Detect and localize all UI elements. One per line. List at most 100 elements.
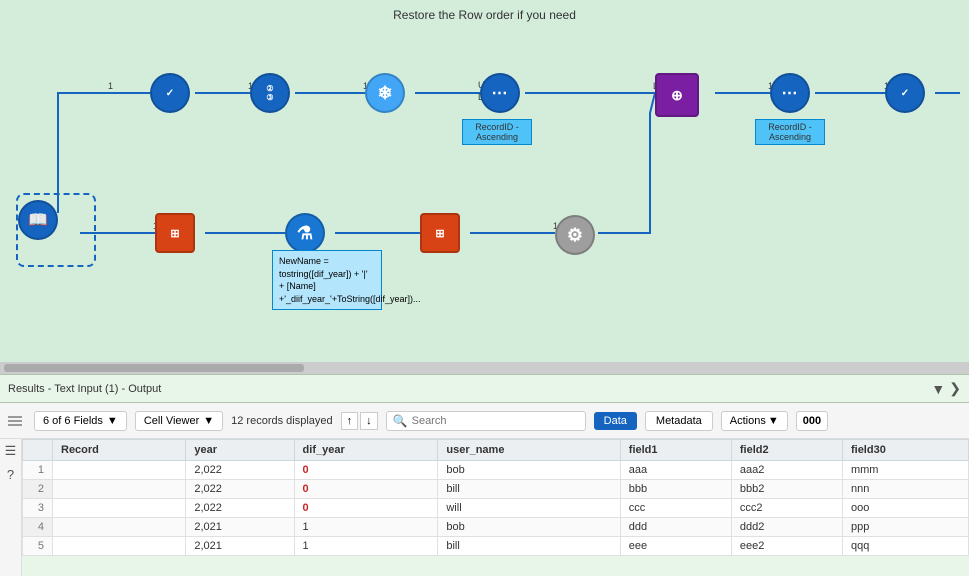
- cell-field2: ccc2: [731, 499, 842, 518]
- results-title: Results - Text Input (1) - Output: [8, 383, 161, 395]
- search-box[interactable]: 🔍: [386, 411, 586, 431]
- side-icon-bottom[interactable]: ?: [7, 467, 14, 482]
- cell-dif-year: 1: [294, 537, 438, 556]
- col-header-user-name[interactable]: user_name: [438, 440, 620, 461]
- row-number: 3: [23, 499, 53, 518]
- row-number: 4: [23, 518, 53, 537]
- cell-dif-year: 1: [294, 518, 438, 537]
- actions-label: Actions: [730, 415, 766, 427]
- cell-field2: aaa2: [731, 461, 842, 480]
- cell-viewer-button[interactable]: Cell Viewer ▼: [135, 411, 223, 431]
- node-circle: ⊞: [155, 213, 195, 253]
- cell-field1: eee: [620, 537, 731, 556]
- cell-field30: nnn: [842, 480, 968, 499]
- collapse-button[interactable]: ▼: [931, 381, 945, 397]
- results-table: Record year dif_year user_name field1 fi…: [22, 439, 969, 556]
- cell-record: [53, 499, 186, 518]
- table-row: 5 2,021 1 bill eee eee2 qqq: [23, 537, 969, 556]
- cell-dif-year: 0: [294, 461, 438, 480]
- cell-field30: ppp: [842, 518, 968, 537]
- node-circle: ⊞: [420, 213, 460, 253]
- node-join[interactable]: ⊕: [655, 73, 699, 117]
- node-circle: ⊕: [655, 73, 699, 117]
- node-circle: ✓: [885, 73, 925, 113]
- node-table-1[interactable]: ⊞: [155, 213, 195, 253]
- node-flask[interactable]: ⚗: [285, 213, 325, 253]
- cell-field30: qqq: [842, 537, 968, 556]
- table-row: 3 2,022 0 will ccc ccc2 ooo: [23, 499, 969, 518]
- records-count-label: 12 records displayed: [231, 415, 333, 427]
- cell-field2: eee2: [731, 537, 842, 556]
- side-panel: ☰ ?: [0, 439, 22, 576]
- cell-user-name: will: [438, 499, 620, 518]
- col-header-field1[interactable]: field1: [620, 440, 731, 461]
- fields-chevron-icon: ▼: [107, 415, 118, 427]
- sort-up-button[interactable]: ↑: [341, 412, 359, 430]
- node-circle: ⋯: [480, 73, 520, 113]
- cell-user-name: bob: [438, 518, 620, 537]
- canvas-scrollbar[interactable]: [0, 362, 969, 374]
- node-numbered[interactable]: ②③: [250, 73, 290, 113]
- row-number: 2: [23, 480, 53, 499]
- formula-tooltip: NewName = tostring([dif_year]) + '|' + […: [272, 250, 382, 310]
- cell-field1: ddd: [620, 518, 731, 537]
- row-number: 1: [23, 461, 53, 480]
- node-circle: ②③: [250, 73, 290, 113]
- col-header-year[interactable]: year: [186, 440, 294, 461]
- fields-button[interactable]: 6 of 6 Fields ▼: [34, 411, 127, 431]
- col-header-dif-year[interactable]: dif_year: [294, 440, 438, 461]
- results-bar: Results - Text Input (1) - Output ▼ ❯: [0, 375, 969, 403]
- col-header-num: [23, 440, 53, 461]
- record-id-label-1: RecordID - Ascending: [462, 115, 532, 145]
- col-header-record[interactable]: Record: [53, 440, 186, 461]
- expand-button[interactable]: ❯: [949, 380, 961, 397]
- col-header-field30[interactable]: field30: [842, 440, 968, 461]
- node-circle: ⋯: [770, 73, 810, 113]
- data-table: Record year dif_year user_name field1 fi…: [22, 439, 969, 576]
- node-check-1[interactable]: ✓: [150, 73, 190, 113]
- table-row: 2 2,022 0 bill bbb bbb2 nnn: [23, 480, 969, 499]
- cell-viewer-label: Cell Viewer: [144, 415, 199, 427]
- connector-lines: 1 1 1 U D L J R 1 1 1 1: [0, 0, 969, 374]
- cell-dif-year: 0: [294, 480, 438, 499]
- search-icon: 🔍: [393, 414, 408, 428]
- data-button[interactable]: Data: [594, 412, 637, 430]
- cell-user-name: bill: [438, 480, 620, 499]
- cell-field1: bbb: [620, 480, 731, 499]
- sort-down-button[interactable]: ↓: [360, 412, 378, 430]
- cell-year: 2,021: [186, 518, 294, 537]
- cell-year: 2,021: [186, 537, 294, 556]
- cell-year: 2,022: [186, 461, 294, 480]
- cell-record: [53, 480, 186, 499]
- node-dots-2[interactable]: ⋯: [770, 73, 810, 113]
- node-circle: ✓: [150, 73, 190, 113]
- metadata-button[interactable]: Metadata: [645, 411, 713, 431]
- search-input[interactable]: [412, 415, 579, 427]
- actions-chevron-icon: ▼: [768, 415, 779, 427]
- cell-field1: aaa: [620, 461, 731, 480]
- cell-user-name: bill: [438, 537, 620, 556]
- cell-viewer-chevron-icon: ▼: [203, 415, 214, 427]
- node-circle: ⚗: [285, 213, 325, 253]
- node-snowflake[interactable]: ❄: [365, 73, 405, 113]
- actions-button[interactable]: Actions ▼: [721, 411, 788, 431]
- record-id-label-2: RecordID - Ascending: [755, 115, 825, 145]
- cell-field2: ddd2: [731, 518, 842, 537]
- cell-field2: bbb2: [731, 480, 842, 499]
- canvas-scrollbar-thumb: [4, 364, 304, 372]
- cell-dif-year: 0: [294, 499, 438, 518]
- node-check-2[interactable]: ✓: [885, 73, 925, 113]
- node-book[interactable]: 📖: [18, 200, 58, 240]
- side-icon-top[interactable]: ☰: [5, 443, 17, 459]
- drag-handle[interactable]: [8, 416, 22, 426]
- sort-buttons: ↑ ↓: [341, 412, 378, 430]
- node-dots-1[interactable]: ⋯: [480, 73, 520, 113]
- col-header-field2[interactable]: field2: [731, 440, 842, 461]
- toolbar: 6 of 6 Fields ▼ Cell Viewer ▼ 12 records…: [0, 403, 969, 439]
- svg-text:1: 1: [108, 81, 113, 91]
- table-header-row: Record year dif_year user_name field1 fi…: [23, 440, 969, 461]
- node-gear[interactable]: ⚙: [555, 215, 595, 255]
- node-table-2[interactable]: ⊞: [420, 213, 460, 253]
- ooo-button[interactable]: 000: [796, 411, 828, 431]
- cell-record: [53, 518, 186, 537]
